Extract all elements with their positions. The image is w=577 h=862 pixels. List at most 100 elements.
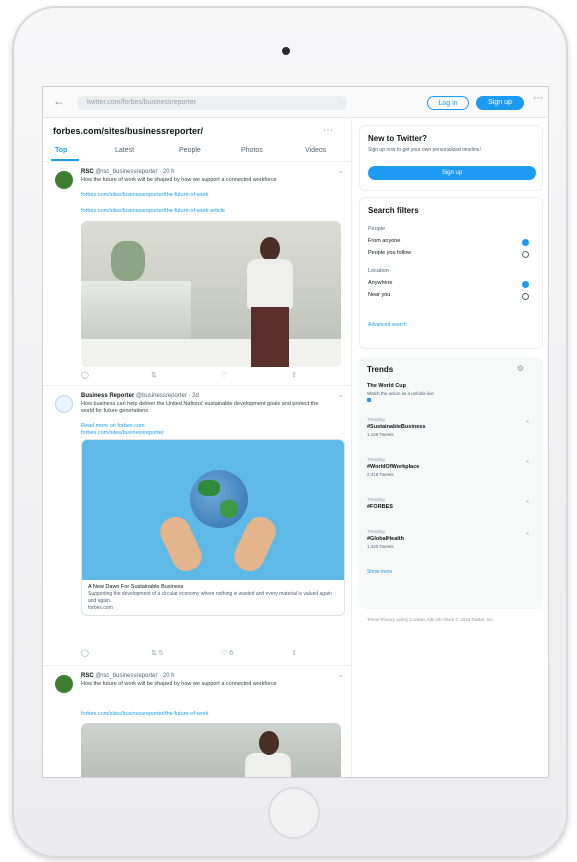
trend-item[interactable]: #GlobalHealth bbox=[367, 536, 404, 542]
tweet[interactable]: Business Reporter @businessreporter · 2d… bbox=[43, 387, 351, 666]
trend-subtitle: Watch the action as it unfolds live bbox=[367, 391, 434, 396]
chevron-down-icon[interactable]: ⌄ bbox=[338, 391, 344, 399]
trend-meta: Trending bbox=[367, 417, 385, 422]
tweet-link[interactable]: Read more on forbes.com bbox=[81, 423, 145, 429]
search-filters-box: Search filters People From anyone People… bbox=[359, 197, 543, 349]
filter-near-you[interactable]: Near you bbox=[368, 292, 390, 298]
like-icon[interactable]: ♡ 6 bbox=[221, 649, 233, 657]
avatar[interactable] bbox=[55, 171, 73, 189]
tab-people[interactable]: People bbox=[179, 147, 201, 154]
tweet-photo[interactable] bbox=[81, 221, 341, 367]
globe-icon bbox=[190, 470, 248, 528]
front-camera bbox=[282, 47, 290, 55]
tweet-text: How the future of work will be shaped by… bbox=[81, 177, 277, 183]
trend-count: 1,420 Tweets bbox=[367, 544, 394, 549]
filter-location-label: Location bbox=[368, 268, 389, 274]
photo-woman bbox=[241, 237, 299, 367]
chevron-down-icon[interactable]: ⌄ bbox=[525, 529, 530, 536]
tweet-author[interactable]: RSC @rsc_businessreporter · 20 h bbox=[81, 169, 174, 175]
tweet-author[interactable]: Business Reporter @businessreporter · 2d bbox=[81, 393, 199, 399]
radio-from-anyone[interactable] bbox=[522, 239, 529, 246]
tweet-link[interactable]: forbes.com/sites/businessreporter/the-fu… bbox=[81, 711, 208, 717]
tweet-author[interactable]: RSC @rsc_businessreporter · 20 h bbox=[81, 673, 174, 679]
sidebar: New to Twitter? Sign up now to get your … bbox=[359, 117, 543, 777]
chevron-down-icon[interactable]: ⌄ bbox=[525, 497, 530, 504]
search-filters-title: Search filters bbox=[368, 206, 419, 215]
tab-photos[interactable]: Photos bbox=[241, 147, 263, 154]
filter-people-you-follow[interactable]: People you follow bbox=[368, 250, 411, 256]
share-icon[interactable]: ⇧ bbox=[291, 649, 297, 657]
tweet-link[interactable]: forbes.com/sites/businessreporter/the-fu… bbox=[81, 192, 208, 198]
trend-item[interactable]: #SustainableBusiness bbox=[367, 424, 425, 430]
card-image bbox=[82, 440, 344, 580]
tweet-link-secondary[interactable]: forbes.com/sites/businessreporter bbox=[81, 430, 164, 436]
card-domain: forbes.com bbox=[88, 605, 113, 611]
trend-meta: Trending bbox=[367, 457, 385, 462]
like-icon[interactable]: ♡ bbox=[221, 371, 227, 379]
search-tabs: Top Latest People Photos Videos bbox=[43, 143, 351, 162]
tab-latest[interactable]: Latest bbox=[115, 147, 134, 154]
filter-from-anyone[interactable]: From anyone bbox=[368, 238, 400, 244]
radio-near-you[interactable] bbox=[522, 293, 529, 300]
trend-item[interactable]: The World Cup bbox=[367, 383, 406, 389]
home-button[interactable] bbox=[268, 787, 320, 839]
card-hand-left bbox=[155, 512, 207, 576]
reply-icon[interactable]: ◯ bbox=[81, 371, 89, 379]
photo-counter bbox=[81, 339, 341, 367]
tab-top[interactable]: Top bbox=[55, 147, 67, 154]
filter-people-label: People bbox=[368, 226, 386, 232]
avatar[interactable] bbox=[55, 675, 73, 693]
trends-title: Trends bbox=[367, 365, 394, 374]
photo-legs bbox=[251, 307, 289, 367]
avatar[interactable] bbox=[55, 395, 73, 413]
gear-icon[interactable]: ⚙ bbox=[517, 364, 524, 373]
photo-plant bbox=[111, 241, 145, 281]
tab-videos[interactable]: Videos bbox=[305, 147, 326, 154]
more-horizontal-icon[interactable]: ⋯ bbox=[533, 93, 543, 104]
trend-meta: Trending bbox=[367, 497, 385, 502]
tweet-text: How the future of work will be shaped by… bbox=[81, 681, 277, 687]
more-horizontal-icon[interactable]: ⋯ bbox=[323, 125, 333, 136]
chevron-down-icon[interactable]: ⌄ bbox=[525, 417, 530, 424]
radio-people-you-follow[interactable] bbox=[522, 251, 529, 258]
sidebar-signup-button[interactable]: Sign up bbox=[368, 166, 536, 180]
footer-links[interactable]: Terms Privacy policy Cookies Ads info Mo… bbox=[367, 617, 537, 623]
back-arrow-icon[interactable]: ← bbox=[53, 94, 65, 108]
retweet-icon[interactable]: ⇅ bbox=[151, 371, 157, 379]
screen: ← twitter.com/forbes/businessreporter Lo… bbox=[42, 86, 549, 778]
card-hand-right bbox=[229, 512, 281, 576]
tweet-actions: ◯ ⇅ 5 ♡ 6 ⇧ bbox=[81, 649, 331, 659]
chevron-down-icon[interactable]: ⌄ bbox=[338, 167, 344, 175]
radio-anywhere[interactable] bbox=[522, 281, 529, 288]
filter-anywhere[interactable]: Anywhere bbox=[368, 280, 392, 286]
retweet-icon[interactable]: ⇅ 5 bbox=[151, 649, 163, 657]
chevron-down-icon[interactable]: ⌄ bbox=[525, 457, 530, 464]
trend-item[interactable]: #FORBES bbox=[367, 504, 393, 510]
chevron-down-icon[interactable]: ⌄ bbox=[338, 671, 344, 679]
browser-bar: ← twitter.com/forbes/businessreporter Lo… bbox=[43, 87, 548, 118]
advanced-search-link[interactable]: Advanced search bbox=[368, 322, 407, 328]
new-to-twitter-box: New to Twitter? Sign up now to get your … bbox=[359, 125, 543, 191]
tweet[interactable]: RSC @rsc_businessreporter · 20 h ⌄ How t… bbox=[43, 667, 351, 777]
tweet-photo[interactable] bbox=[81, 723, 341, 777]
tweet-actions: ◯ ⇅ ♡ ⇧ bbox=[81, 371, 331, 381]
active-tab-indicator bbox=[51, 159, 79, 161]
tweet-link-secondary[interactable]: forbes.com/sites/businessreporter/the-fu… bbox=[81, 208, 225, 214]
reply-icon[interactable]: ◯ bbox=[81, 649, 89, 657]
signup-button[interactable]: Sign up bbox=[476, 96, 524, 110]
trend-count: 1,126 Tweets bbox=[367, 432, 394, 437]
tweet[interactable]: RSC @rsc_businessreporter · 20 h ⌄ How t… bbox=[43, 163, 351, 386]
trend-item[interactable]: #WorldOfWorkplace bbox=[367, 464, 419, 470]
search-query-title: forbes.com/sites/businessreporter/ bbox=[53, 126, 204, 136]
photo-head bbox=[260, 237, 280, 261]
card-title: A New Dawn For Sustainable Business bbox=[88, 584, 184, 590]
link-card[interactable]: A New Dawn For Sustainable Business Supp… bbox=[81, 439, 345, 616]
badge-icon bbox=[367, 398, 371, 402]
photo-body bbox=[247, 259, 293, 309]
share-icon[interactable]: ⇧ bbox=[291, 371, 297, 379]
login-button[interactable]: Log in bbox=[427, 96, 469, 110]
show-more-link[interactable]: Show more bbox=[367, 569, 392, 575]
globe-land bbox=[198, 480, 220, 496]
tweet-text: How business can help deliver the United… bbox=[81, 401, 319, 414]
url-field[interactable]: twitter.com/forbes/businessreporter bbox=[77, 96, 347, 110]
